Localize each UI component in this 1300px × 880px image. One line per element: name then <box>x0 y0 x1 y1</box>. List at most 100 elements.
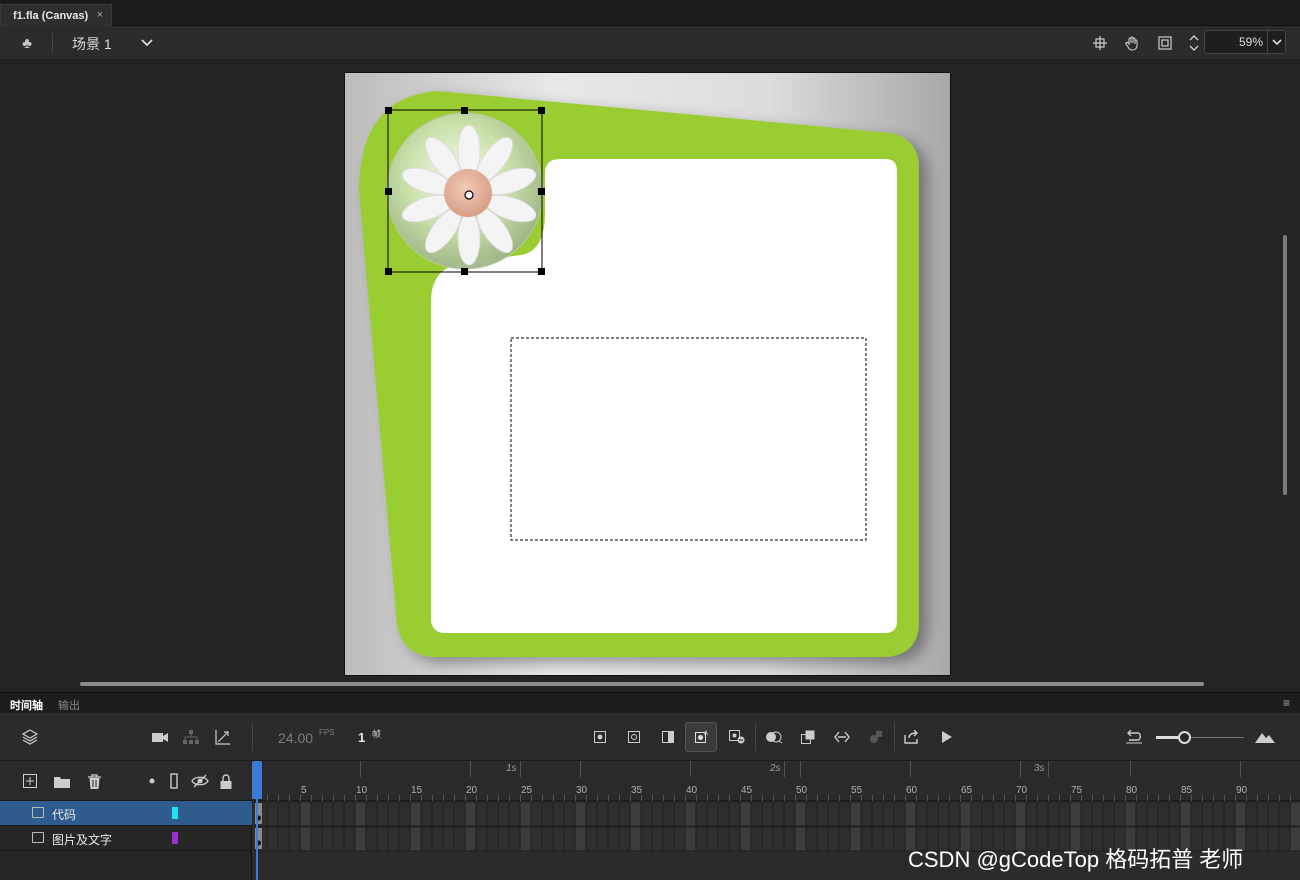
fit-stage-updown-icon[interactable] <box>1183 32 1205 54</box>
mountains-zoom-icon[interactable] <box>1255 727 1275 747</box>
layer-row-images-text[interactable]: 图片及文字 <box>0 826 252 851</box>
new-layer-icon[interactable] <box>20 771 40 791</box>
timeline-zoom-slider-thumb[interactable] <box>1178 731 1191 744</box>
frame-cell <box>673 801 686 827</box>
horizontal-scrollbar[interactable] <box>80 682 1204 686</box>
lock-layers-icon[interactable] <box>216 771 236 791</box>
zoom-chevron-down-icon[interactable] <box>1267 31 1285 53</box>
frame-cell <box>1113 801 1126 827</box>
snap-align-icon[interactable] <box>1089 32 1111 54</box>
highlight-layers-dot-icon[interactable] <box>142 771 162 791</box>
frame-cell <box>772 801 785 827</box>
frame-cell <box>552 826 565 852</box>
play-icon[interactable] <box>937 727 957 747</box>
frame-cell <box>959 801 972 827</box>
frame-cell <box>651 826 664 852</box>
playhead[interactable] <box>252 761 262 880</box>
remove-keyframe-icon[interactable] <box>727 727 747 747</box>
frame-cell <box>1245 826 1258 852</box>
frame-cell <box>805 826 818 852</box>
frame-cell <box>816 826 829 852</box>
frame-number-label: 45 <box>741 785 753 796</box>
frame-cell <box>574 826 587 852</box>
frame-cell <box>530 826 543 852</box>
pasteboard[interactable] <box>0 60 1300 692</box>
layer-outline-color-swatch[interactable] <box>172 832 178 844</box>
frame-cell <box>750 826 763 852</box>
document-tab-title: f1.fla (Canvas) <box>13 10 89 22</box>
layer-row-code[interactable]: 代码 <box>0 801 252 826</box>
stage-canvas[interactable] <box>344 72 951 676</box>
fps-unit: FPS <box>319 728 335 737</box>
new-folder-icon[interactable] <box>52 771 72 791</box>
auto-keyframe-toggle[interactable]: A <box>685 722 717 752</box>
frame-cell <box>486 801 499 827</box>
frame-cell <box>409 826 422 852</box>
insert-blank-keyframe-icon[interactable] <box>624 727 644 747</box>
frame-cell <box>1234 801 1247 827</box>
close-tab-icon[interactable]: × <box>97 9 103 21</box>
frame-ruler[interactable]: 1s 2s 3s 5 10 15 20 25 30 35 40 45 50 55 60 65 70 75 80… <box>252 761 1300 801</box>
delete-trash-icon[interactable] <box>84 771 104 791</box>
layer-tools-row <box>0 761 252 801</box>
frame-cell <box>926 801 939 827</box>
frame-number-label: 35 <box>631 785 643 796</box>
panel-menu-icon[interactable]: ≡ <box>1283 696 1290 710</box>
frame-cell <box>849 801 862 827</box>
frame-cell <box>563 801 576 827</box>
layer-outline-color-swatch[interactable] <box>172 807 178 819</box>
fps-value[interactable]: 24.00 <box>278 730 313 746</box>
frame-cell <box>574 801 587 827</box>
frame-cell <box>453 826 466 852</box>
hand-tool-icon[interactable] <box>1122 32 1144 54</box>
frame-cell <box>343 826 356 852</box>
frame-number-label: 65 <box>961 785 973 796</box>
frame-cell <box>893 826 906 852</box>
document-tab-bar: f1.fla (Canvas) × <box>0 0 1300 26</box>
frame-number-label: 30 <box>576 785 588 796</box>
frame-cell <box>585 826 598 852</box>
svg-text:A: A <box>704 730 709 737</box>
outline-layers-icon[interactable] <box>164 771 184 791</box>
scene-dropdown-chevron-icon[interactable] <box>136 32 158 54</box>
frame-cell <box>409 801 422 827</box>
frame-cell <box>794 801 807 827</box>
scene-label[interactable]: 场景 1 <box>72 34 112 54</box>
frame-cell <box>904 801 917 827</box>
frame-cell <box>607 826 620 852</box>
tab-timeline[interactable]: 时间轴 <box>10 697 43 713</box>
document-tab[interactable]: f1.fla (Canvas) × <box>0 4 112 26</box>
frame-cell <box>838 826 851 852</box>
frame-cell <box>1025 801 1038 827</box>
clip-content-icon[interactable] <box>1154 32 1176 54</box>
frame-cell <box>398 826 411 852</box>
insert-frame-icon[interactable] <box>658 727 678 747</box>
frame-cell <box>299 826 312 852</box>
frame-cell <box>1179 801 1192 827</box>
camera-icon[interactable] <box>150 727 170 747</box>
tab-output[interactable]: 输出 <box>58 697 80 713</box>
vertical-scrollbar[interactable] <box>1283 235 1287 495</box>
onion-skin-icon[interactable] <box>764 727 784 747</box>
frame-cell <box>387 801 400 827</box>
reset-timeline-zoom-icon[interactable] <box>1124 727 1144 747</box>
hide-layers-eye-icon[interactable] <box>190 771 210 791</box>
frame-cell <box>1289 826 1300 852</box>
frame-cell <box>673 826 686 852</box>
zoom-select[interactable]: 59% <box>1204 30 1286 54</box>
playhead-handle[interactable] <box>252 761 262 799</box>
jump-to-frame-icon[interactable] <box>903 727 923 747</box>
frame-cell <box>761 826 774 852</box>
toolbar-divider <box>755 723 756 751</box>
current-frame-value[interactable]: 1 <box>358 730 365 745</box>
symbol-clubs-icon[interactable]: ♣ <box>16 32 38 54</box>
insert-keyframe-icon[interactable] <box>590 727 610 747</box>
loop-playback-icon[interactable] <box>832 727 852 747</box>
frame-cell <box>970 801 983 827</box>
edit-multiple-frames-icon[interactable] <box>798 727 818 747</box>
frame-cell <box>596 801 609 827</box>
layer-parenting-icon <box>181 727 201 747</box>
frame-cell <box>750 801 763 827</box>
layers-stack-icon[interactable] <box>20 727 40 747</box>
graph-easing-icon[interactable] <box>213 727 233 747</box>
